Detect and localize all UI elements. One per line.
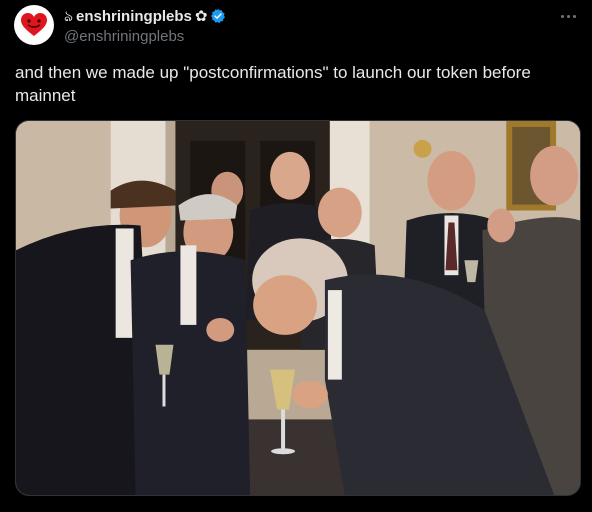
author-handle[interactable]: @enshriningplebs [64, 28, 226, 45]
display-name[interactable]: enshriningplebs [76, 8, 192, 25]
tweet-header: ঌ enshriningplebs ✿ @enshriningplebs [14, 5, 578, 47]
decorative-glyph-right: ✿ [194, 6, 208, 25]
tweet-text: and then we made up "postconfirmations" … [15, 63, 531, 105]
display-name-row[interactable]: ঌ enshriningplebs ✿ [64, 7, 226, 25]
heart-icon [21, 13, 47, 36]
avatar[interactable] [14, 5, 54, 45]
decorative-glyph-left: ঌ [64, 6, 74, 25]
verified-badge-icon[interactable] [210, 8, 226, 24]
more-dot [572, 14, 576, 18]
tweet-media-photo[interactable] [15, 120, 581, 496]
meme-photo [16, 121, 580, 495]
more-dot [560, 14, 564, 18]
author-names: ঌ enshriningplebs ✿ @enshriningplebs [64, 7, 226, 45]
more-dot [566, 14, 570, 18]
more-horizontal-icon[interactable] [558, 9, 578, 23]
